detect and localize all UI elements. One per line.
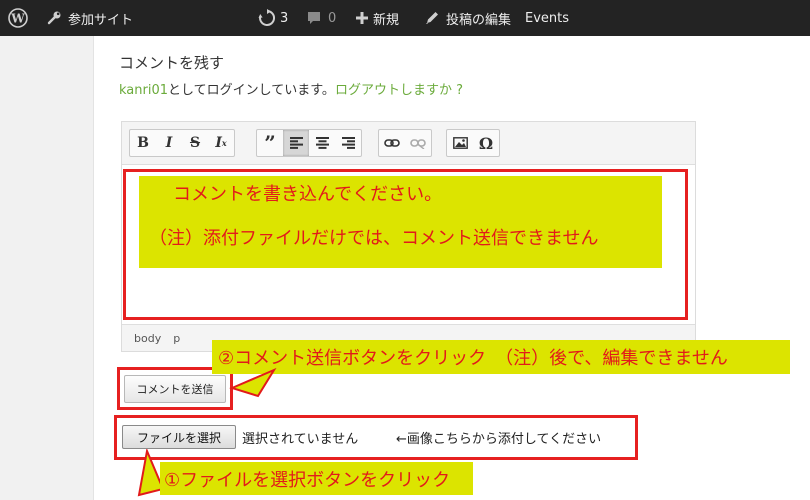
unlink-icon[interactable]	[405, 130, 431, 156]
special-character-icon[interactable]: Ω	[473, 130, 499, 156]
align-center-icon[interactable]	[309, 130, 335, 156]
link-icon[interactable]	[379, 130, 405, 156]
path-body[interactable]: body	[134, 332, 161, 345]
image-icon[interactable]	[447, 130, 473, 156]
editor-toolbar: B I S Ix ” Ω	[122, 122, 695, 165]
file-hint-text: ←画像こちらから添付してください	[396, 432, 602, 447]
admin-bar: W 参加サイト 3 0 新規 投稿の編集 Events	[0, 0, 810, 36]
events-menu[interactable]: Events	[525, 0, 569, 36]
edit-label: 投稿の編集	[446, 12, 512, 28]
paragraph-group: ”	[256, 129, 362, 157]
bold-icon[interactable]: B	[130, 130, 156, 156]
profile-link[interactable]: kanri01	[119, 83, 168, 98]
logged-in-notice: kanri01としてログインしています。ログアウトしますか ?	[119, 79, 463, 98]
comment-bubble-icon	[308, 12, 320, 24]
logout-link[interactable]: ログアウトしますか ?	[335, 83, 463, 98]
format-group: B I S Ix	[129, 129, 235, 157]
edit-post-menu[interactable]: 投稿の編集	[424, 0, 511, 36]
file-instruction-text: ①ファイルを選択ボタンをクリック	[164, 469, 451, 491]
editor-instruction-line2: （注）添付ファイルだけでは、コメント送信できません	[149, 228, 599, 249]
wordpress-logo-icon[interactable]: W	[8, 0, 28, 36]
insert-group: Ω	[446, 129, 500, 157]
updates-menu[interactable]: 3	[258, 0, 288, 36]
reply-title: コメントを残す	[119, 54, 225, 72]
choose-file-button[interactable]: ファイルを選択	[122, 425, 236, 449]
comments-count: 0	[328, 10, 337, 26]
wrench-icon	[47, 11, 61, 25]
new-content-menu[interactable]: 新規	[355, 0, 399, 36]
clear-formatting-icon[interactable]: Ix	[208, 130, 234, 156]
content-border	[93, 36, 94, 500]
updates-count: 3	[280, 10, 289, 26]
comments-menu[interactable]: 0	[306, 0, 336, 36]
submit-arrow-icon	[229, 367, 277, 398]
logged-in-text: としてログインしています。	[168, 83, 335, 98]
new-label: 新規	[373, 12, 400, 28]
site-menu[interactable]: 参加サイト	[46, 0, 133, 36]
submit-instruction-note: ②コメント送信ボタンをクリック （注）後で、編集できません	[212, 340, 790, 374]
updates-icon	[258, 9, 276, 26]
file-instruction-note: ①ファイルを選択ボタンをクリック	[160, 462, 473, 495]
left-gutter	[0, 36, 93, 500]
align-left-icon[interactable]	[283, 130, 309, 156]
plus-icon	[356, 12, 368, 24]
submit-instruction-text: ②コメント送信ボタンをクリック （注）後で、編集できません	[218, 348, 728, 369]
submit-comment-button[interactable]: コメントを送信	[124, 375, 226, 403]
align-right-icon[interactable]	[335, 130, 361, 156]
link-group	[378, 129, 432, 157]
editor-instruction-line1: コメントを書き込んでください。	[173, 184, 443, 205]
blockquote-icon[interactable]: ”	[257, 130, 283, 156]
path-p[interactable]: p	[173, 332, 180, 345]
svg-text:W: W	[10, 12, 25, 26]
strikethrough-icon[interactable]: S	[182, 130, 208, 156]
events-label: Events	[525, 10, 570, 26]
file-status-text: 選択されていません	[242, 432, 359, 447]
site-name: 参加サイト	[68, 12, 134, 28]
italic-icon[interactable]: I	[156, 130, 182, 156]
pencil-icon	[426, 12, 438, 24]
editor-instruction-note: コメントを書き込んでください。 （注）添付ファイルだけでは、コメント送信できませ…	[139, 176, 662, 268]
